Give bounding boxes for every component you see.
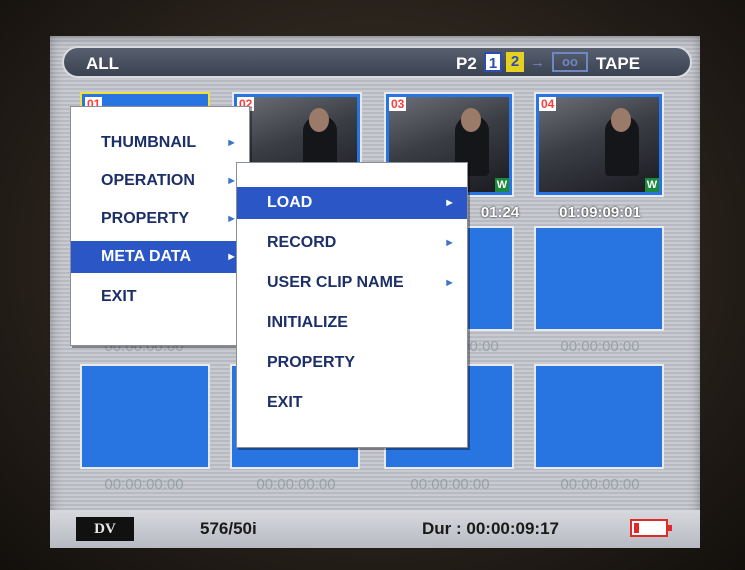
empty-timecode: 00:00:00:00 xyxy=(256,476,336,493)
w-badge: W xyxy=(645,178,659,192)
empty-timecode: 00:00:00:00 xyxy=(104,476,184,493)
menu-item-record[interactable]: RECORD ► xyxy=(237,227,467,259)
empty-clip-slot[interactable] xyxy=(80,364,210,469)
tape-icon: oo xyxy=(552,52,588,72)
slot-1-indicator: 1 xyxy=(484,52,502,72)
battery-level xyxy=(634,523,639,533)
menu-item-label: META DATA xyxy=(101,248,192,265)
empty-timecode: 00:00:00:00 xyxy=(410,476,490,493)
empty-clip-slot[interactable] xyxy=(534,364,664,469)
chevron-right-icon: ► xyxy=(444,197,455,209)
mode-label: ALL xyxy=(86,54,120,73)
top-status-bar: ALL P2 1 2 → oo TAPE xyxy=(62,46,692,78)
chevron-right-icon: ► xyxy=(444,277,455,289)
tape-label: TAPE xyxy=(596,54,641,73)
slot-2-indicator: 2 xyxy=(506,52,524,72)
bottom-status-bar: DV 576/50i Dur : 00:00:09:17 xyxy=(50,510,700,548)
menu-item-label: OPERATION xyxy=(101,172,195,189)
battery-icon xyxy=(630,519,672,537)
chevron-right-icon: ► xyxy=(226,137,237,149)
clip-number: 03 xyxy=(389,97,407,111)
meta-data-submenu: LOAD ► RECORD ► USER CLIP NAME ► INITIAL… xyxy=(236,162,468,448)
menu-item-label: EXIT xyxy=(101,288,137,305)
empty-clip-slot[interactable] xyxy=(534,226,664,331)
menu-item-exit[interactable]: EXIT xyxy=(237,387,467,419)
clip-timecode: 01:09:09:01 xyxy=(559,204,641,221)
w-badge: W xyxy=(495,178,509,192)
empty-timecode: 00:00:00:00 xyxy=(560,338,640,355)
menu-item-label: INITIALIZE xyxy=(267,314,348,331)
video-format-label: 576/50i xyxy=(200,519,257,538)
menu-item-load[interactable]: LOAD ► xyxy=(237,187,467,219)
menu-item-label: PROPERTY xyxy=(101,210,190,227)
menu-item-label: RECORD xyxy=(267,234,337,251)
menu-item-meta-data[interactable]: META DATA ► xyxy=(71,241,249,273)
menu-item-initialize[interactable]: INITIALIZE xyxy=(237,307,467,339)
duration-label: Dur : 00:00:09:17 xyxy=(422,519,560,538)
menu-item-label: EXIT xyxy=(267,394,303,411)
main-menu: THUMBNAIL ► OPERATION ► PROPERTY ► META … xyxy=(70,106,250,346)
camera-lcd-screen: ALL P2 1 2 → oo TAPE 01 02 03 W 04 W 01:… xyxy=(50,36,700,548)
menu-item-exit[interactable]: EXIT xyxy=(71,281,249,313)
empty-timecode: 00:00:00:00 xyxy=(560,476,640,493)
menu-item-label: THUMBNAIL xyxy=(101,134,197,151)
menu-item-user-clip-name[interactable]: USER CLIP NAME ► xyxy=(237,267,467,299)
clip-thumbnail[interactable]: 04 W xyxy=(534,92,664,197)
menu-item-label: LOAD xyxy=(267,194,313,211)
menu-item-label: USER CLIP NAME xyxy=(267,274,404,291)
p2-label: P2 xyxy=(456,54,477,73)
menu-item-property[interactable]: PROPERTY ► xyxy=(71,203,249,235)
menu-item-operation[interactable]: OPERATION ► xyxy=(71,165,249,197)
clip-image xyxy=(539,97,659,192)
menu-item-label: PROPERTY xyxy=(267,354,356,371)
menu-item-thumbnail[interactable]: THUMBNAIL ► xyxy=(71,127,249,159)
menu-item-property[interactable]: PROPERTY xyxy=(237,347,467,379)
arrow-right-icon: → xyxy=(530,54,545,71)
chevron-right-icon: ► xyxy=(444,237,455,249)
clip-number: 04 xyxy=(539,97,557,111)
dv-format-icon: DV xyxy=(76,517,134,541)
